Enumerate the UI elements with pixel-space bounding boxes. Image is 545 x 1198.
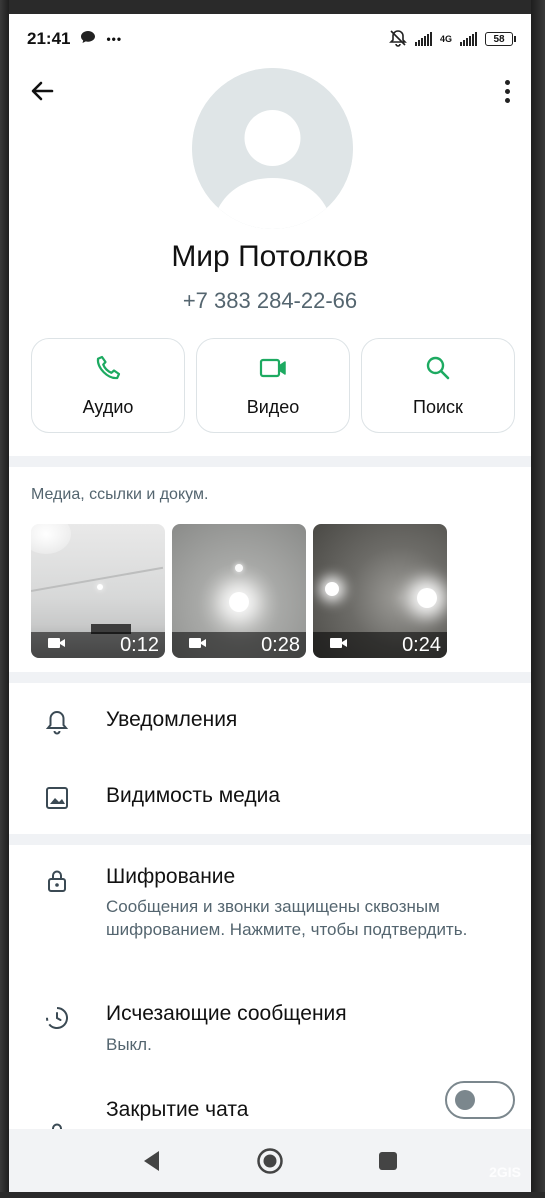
search-label: Поиск <box>413 396 463 417</box>
screen-frame-left <box>0 0 9 1198</box>
encryption-description: Сообщения и звонки защищены сквозным шиф… <box>106 897 468 939</box>
status-bar: 21:41 ••• 4G 58 <box>9 14 531 64</box>
signal-icon-2 <box>460 32 477 46</box>
videocam-icon <box>47 636 67 655</box>
media-thumbnail[interactable]: 0:28 <box>172 524 306 658</box>
chat-bubble-icon <box>80 29 96 49</box>
phone-icon <box>94 354 122 387</box>
videocam-icon <box>188 636 208 655</box>
status-right: 4G 58 <box>389 29 516 50</box>
notifications-setting[interactable]: Уведомления <box>9 684 531 760</box>
system-navigation-bar <box>9 1129 531 1192</box>
image-icon <box>43 784 71 812</box>
section-divider <box>9 456 531 467</box>
videocam-icon <box>329 636 349 655</box>
bell-icon <box>43 708 71 736</box>
video-duration: 0:28 <box>261 633 300 656</box>
status-more-dots: ••• <box>106 32 123 46</box>
section-divider <box>9 672 531 683</box>
screen-frame-bottom <box>0 1192 545 1198</box>
signal-icon <box>414 32 432 46</box>
media-section-title[interactable]: Медиа, ссылки и докум. <box>31 486 208 504</box>
toggle-knob <box>455 1090 475 1110</box>
media-thumbnail[interactable]: 0:24 <box>313 524 447 658</box>
default-person-icon <box>192 68 353 229</box>
network-type: 4G <box>439 34 452 44</box>
section-divider <box>9 834 531 845</box>
nav-home-icon[interactable] <box>255 1146 285 1176</box>
encryption-setting[interactable]: Шифрование Сообщения и звонки защищены с… <box>9 845 531 973</box>
watermark: 2GIS <box>489 1164 521 1180</box>
search-button[interactable]: Поиск <box>361 338 515 433</box>
video-badge: 0:12 <box>31 632 165 658</box>
screen-frame-right <box>531 0 545 1198</box>
battery-icon: 58 <box>485 32 516 46</box>
video-call-button[interactable]: Видео <box>196 338 350 433</box>
video-call-label: Видео <box>246 396 300 417</box>
disappearing-messages-setting[interactable]: Исчезающие сообщения Выкл. <box>9 984 531 1070</box>
video-duration: 0:24 <box>402 633 441 656</box>
contact-phone: +7 383 284-22-66 <box>182 288 358 313</box>
more-options-icon[interactable] <box>497 76 517 106</box>
nav-recents-icon[interactable] <box>373 1146 403 1176</box>
lock-icon <box>43 867 71 895</box>
phone-screen: 21:41 ••• 4G 58 Мир Потолков +7 383 284- <box>9 14 531 1192</box>
notifications-label: Уведомления <box>106 708 238 731</box>
media-visibility-setting[interactable]: Видимость медиа <box>9 760 531 834</box>
chat-lock-title: Закрытие чата <box>106 1098 249 1121</box>
contact-name: Мир Потолков <box>171 240 369 273</box>
disappearing-messages-status: Выкл. <box>106 1035 152 1054</box>
media-thumbnails: 0:12 0:28 0:24 <box>31 524 447 658</box>
media-visibility-label: Видимость медиа <box>106 784 281 807</box>
video-badge: 0:24 <box>313 632 447 658</box>
disappearing-messages-title: Исчезающие сообщения <box>106 1002 347 1025</box>
search-icon <box>424 354 452 387</box>
status-left: 21:41 ••• <box>27 29 122 49</box>
media-thumbnail[interactable]: 0:12 <box>31 524 165 658</box>
back-arrow-icon[interactable] <box>27 76 57 106</box>
avatar[interactable] <box>192 68 353 229</box>
timer-icon <box>43 1004 71 1032</box>
nav-back-icon[interactable] <box>137 1146 167 1176</box>
video-duration: 0:12 <box>120 633 159 656</box>
status-time: 21:41 <box>27 29 71 48</box>
audio-call-label: Аудио <box>82 396 134 417</box>
bell-muted-icon <box>389 29 407 50</box>
video-badge: 0:28 <box>172 632 306 658</box>
action-buttons: Аудио Видео Поиск <box>31 338 517 433</box>
videocam-icon <box>258 354 288 387</box>
audio-call-button[interactable]: Аудио <box>31 338 185 433</box>
chat-lock-toggle[interactable] <box>445 1081 515 1119</box>
encryption-title: Шифрование <box>106 865 236 888</box>
screen-frame-top <box>0 0 545 14</box>
